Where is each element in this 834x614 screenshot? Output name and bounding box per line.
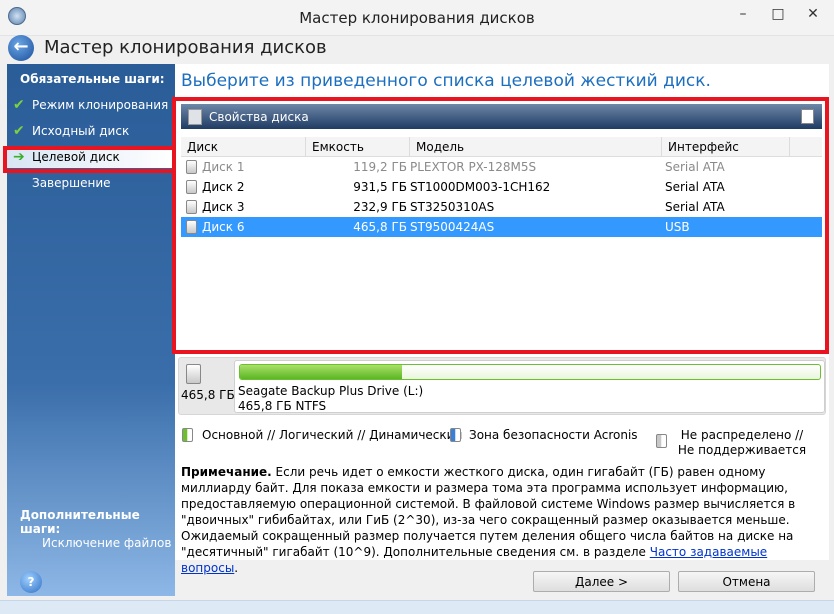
column-disk[interactable]: Диск [181, 137, 306, 157]
legend-primary: Основной // Логический // Динамический [202, 428, 463, 442]
disk-layout-panel: 465,8 ГБ Seagate Backup Plus Drive (L:) … [178, 357, 826, 415]
status-bar [0, 600, 834, 614]
column-capacity[interactable]: Емкость [306, 137, 410, 157]
cell-model: PLEXTOR PX-128M5S [410, 160, 537, 174]
page-heading: Выберите из приведенного списка целевой … [181, 71, 711, 91]
help-icon[interactable]: ? [20, 571, 42, 593]
sidebar-item-clone-mode[interactable]: ✔ Режим клонирования [7, 96, 175, 116]
required-steps-heading: Обязательные шаги: [20, 72, 165, 86]
sidebar-item-label: Завершение [32, 176, 111, 190]
back-arrow-icon[interactable]: ← [8, 35, 34, 61]
sidebar-item-source-disk[interactable]: ✔ Исходный диск [7, 122, 175, 142]
cell-model: ST3250310AS [410, 200, 495, 214]
unallocated-swatch-icon [656, 434, 667, 448]
column-interface[interactable]: Интерфейс [662, 137, 790, 157]
next-button[interactable]: Далее > [533, 571, 670, 592]
disk-properties-icon [188, 109, 202, 125]
note-label: Примечание. [181, 465, 272, 479]
sidebar-item-exclude-files[interactable]: Исключение файлов [17, 534, 185, 554]
check-icon: ✔ [13, 123, 25, 139]
cell-interface: USB [665, 220, 690, 234]
cell-interface: Serial ATA [665, 180, 725, 194]
acronis-zone-swatch-icon [450, 428, 461, 442]
disk-properties-bar[interactable]: Свойства диска [181, 104, 822, 131]
volume-info: 465,8 ГБ NTFS [238, 399, 327, 413]
cell-capacity: 232,9 ГБ [353, 200, 407, 214]
primary-partition-swatch-icon [182, 428, 193, 442]
maximize-button[interactable]: □ [765, 6, 791, 26]
minimize-button[interactable]: – [730, 6, 756, 26]
sidebar-item-label: Режим клонирования [32, 98, 169, 112]
wizard-title: Мастер клонирования дисков [44, 37, 327, 58]
legend-unallocated: Не распределено // Не поддерживается [677, 428, 807, 457]
cell-capacity: 465,8 ГБ [353, 220, 407, 234]
table-row[interactable]: Диск 3 232,9 ГБ ST3250310AS Serial ATA [181, 197, 822, 217]
cancel-button[interactable]: Отмена [678, 571, 815, 592]
cell-model: ST1000DM003-1CH162 [410, 180, 551, 194]
cell-model: ST9500424AS [410, 220, 495, 234]
sidebar-item-label: Исключение файлов [42, 536, 172, 550]
partition-usage-bar [239, 364, 821, 380]
legend-acronis-zone: Зона безопасности Acronis [469, 428, 638, 442]
partition-box[interactable]: Seagate Backup Plus Drive (L:) 465,8 ГБ … [234, 360, 825, 413]
disk-properties-label: Свойства диска [209, 110, 309, 124]
cell-interface: Serial ATA [665, 200, 725, 214]
cell-capacity: 119,2 ГБ [353, 160, 407, 174]
optional-steps-heading: Дополнительные шаги: [20, 508, 140, 536]
hard-disk-icon [186, 160, 197, 174]
title-bar: Мастер клонирования дисков – □ ✕ [0, 0, 834, 36]
sidebar: Обязательные шаги: ✔ Режим клонирования ✔… [7, 64, 175, 596]
table-row[interactable]: Диск 1 119,2 ГБ PLEXTOR PX-128M5S Serial… [181, 157, 822, 177]
note-end: . [234, 561, 239, 575]
disk-size: 465,8 ГБ [181, 388, 235, 402]
cell-disk: Диск 6 [202, 220, 245, 234]
cell-interface: Serial ATA [665, 160, 725, 174]
column-model[interactable]: Модель [410, 137, 662, 157]
window-title: Мастер клонирования дисков [299, 9, 535, 27]
table-row[interactable]: Диск 2 931,5 ГБ ST1000DM003-1CH162 Seria… [181, 177, 822, 197]
note-text: Примечание. Если речь идет о емкости жес… [181, 464, 821, 576]
hard-disk-icon [186, 180, 197, 194]
hard-disk-icon [186, 220, 197, 234]
cell-disk: Диск 3 [202, 200, 245, 214]
hard-disk-icon [186, 364, 201, 384]
hard-disk-icon [186, 200, 197, 214]
cell-disk: Диск 2 [202, 180, 245, 194]
sidebar-item-finish[interactable]: Завершение [7, 174, 175, 194]
sidebar-item-label: Исходный диск [32, 124, 130, 138]
volume-name: Seagate Backup Plus Drive (L:) [238, 384, 424, 398]
table-header: Диск Емкость Модель Интерфейс [181, 137, 822, 157]
highlight-box [3, 146, 177, 173]
cell-disk: Диск 1 [202, 160, 245, 174]
table-row[interactable]: Диск 6 465,8 ГБ ST9500424AS USB [181, 217, 822, 237]
usage-fill [240, 365, 403, 379]
close-button[interactable]: ✕ [800, 6, 826, 26]
check-icon: ✔ [13, 97, 25, 113]
cell-capacity: 931,5 ГБ [353, 180, 407, 194]
edit-note-icon[interactable] [801, 109, 814, 124]
